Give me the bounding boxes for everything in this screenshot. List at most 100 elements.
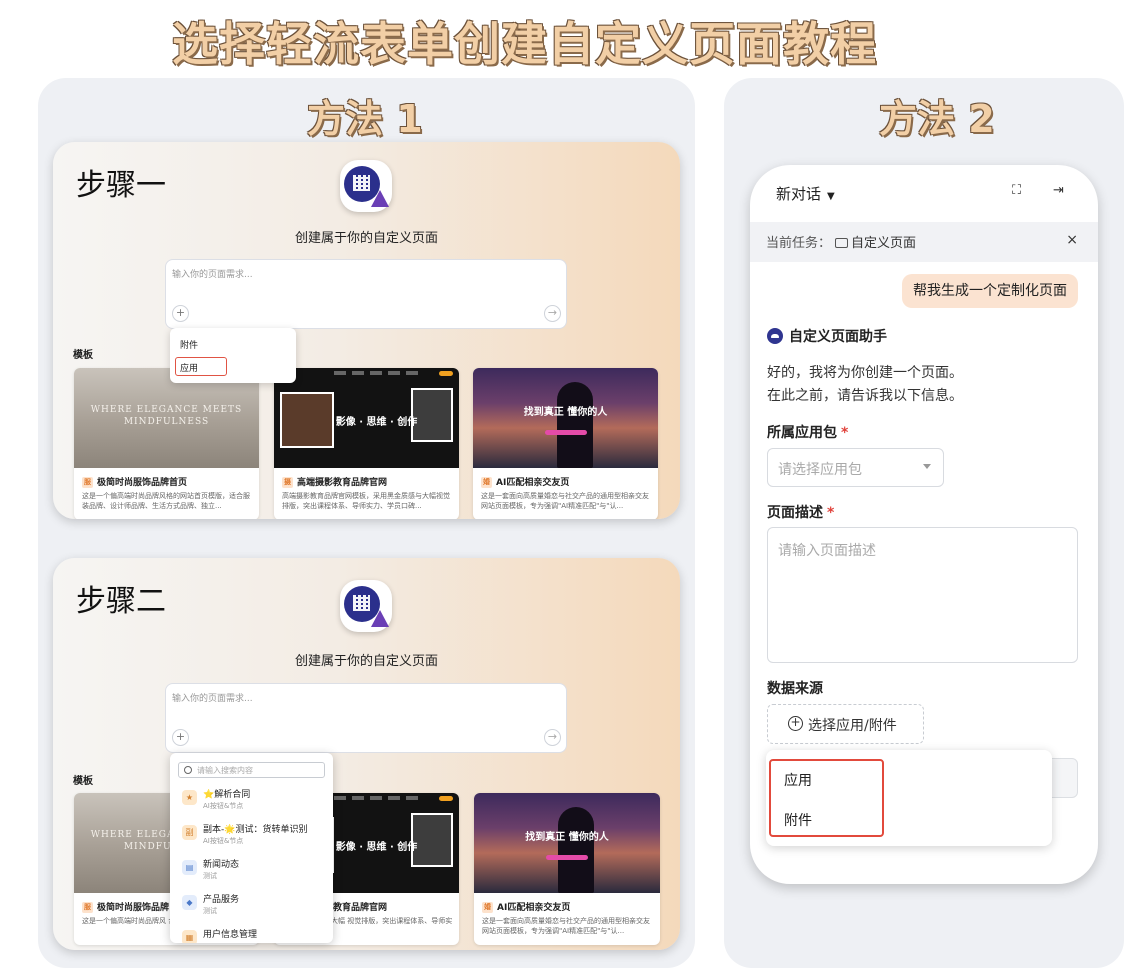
add-attachment-button[interactable]: +: [172, 729, 189, 746]
description-textarea[interactable]: 请输入页面描述: [767, 527, 1078, 663]
menu-item[interactable]: ★ ⭐解析合同 AI按钮&节点: [170, 783, 333, 817]
required-mark: *: [827, 505, 835, 521]
create-page-heading: 创建属于你的自定义页面: [294, 231, 438, 246]
chat-window: 新对话 ▼ ⛶ ⇥ 当前任务： 自定义页面 × 帮我生成一个定制化页面 自定义页面助…: [750, 165, 1098, 884]
menu-item-name: ⭐解析合同: [203, 790, 251, 800]
template-desc: 这是一套面向高质量婚恋与社交产品的通用型相亲交友网站页面模板，专为强调"AI精准…: [482, 917, 650, 935]
search-icon: [184, 766, 192, 774]
template-image: 找到真正 懂你的人: [473, 368, 658, 468]
app-logo-icon: [340, 580, 392, 632]
source-dropdown: 应用 附件: [766, 750, 1052, 846]
templates-label: 模板: [73, 776, 93, 787]
menu-item[interactable]: ▦ 用户信息管理: [170, 923, 333, 943]
template-desc: 这是一套面向高质量婚恋与社交产品的通用型相亲交友网站页面模板，专为强调"AI精准…: [481, 492, 649, 510]
prompt-input[interactable]: 输入你的页面需求... + →: [165, 259, 567, 329]
collapse-panel-icon[interactable]: ⇥: [1053, 183, 1064, 198]
user-message: 帮我生成一个定制化页面: [902, 274, 1078, 308]
method1-title: 方法 1: [307, 97, 423, 141]
close-task-button[interactable]: ×: [1066, 232, 1078, 248]
menu-item-attachment[interactable]: 附件: [180, 338, 198, 351]
current-task: 当前任务： 自定义页面: [766, 232, 916, 251]
select-source-button[interactable]: + 选择应用/附件: [767, 704, 924, 744]
add-attachment-button[interactable]: +: [172, 305, 189, 322]
attach-menu: 附件 应用: [170, 328, 296, 383]
assistant-avatar-icon: [767, 328, 783, 344]
send-button[interactable]: →: [544, 305, 561, 322]
copy-icon: 副: [182, 825, 197, 840]
template-image: WHERE ELEGANCE MEETS MINDFULNESS: [74, 368, 259, 468]
template-badge: 摄: [282, 477, 293, 488]
templates-label: 模板: [73, 350, 93, 361]
template-image-text: 找到真正 懂你的人: [525, 832, 609, 843]
template-card[interactable]: WHERE ELEGANCE MEETS MINDFULNESS 服极简时尚服饰…: [74, 368, 259, 519]
app-logo-icon: [340, 160, 392, 212]
template-card[interactable]: 影像 · 思维 · 创作 摄高端摄影教育品牌官网 高端摄影教育品牌官网模板，采用…: [274, 368, 459, 519]
current-task-bar: 当前任务： 自定义页面 ×: [750, 222, 1098, 262]
package-select[interactable]: 请选择应用包: [767, 448, 944, 487]
chevron-down-icon: ▼: [827, 191, 835, 202]
prompt-placeholder: 输入你的页面需求...: [172, 270, 253, 280]
package-field-label: 所属应用包 *: [767, 425, 849, 441]
new-chat-dropdown[interactable]: 新对话 ▼: [776, 183, 835, 204]
template-image: 影像 · 思维 · 创作: [274, 368, 459, 468]
search-placeholder: 请输入搜索内容: [197, 766, 253, 775]
box-icon: ◆: [182, 895, 197, 910]
assistant-header: 自定义页面助手: [767, 326, 887, 346]
template-image-text: 找到真正 懂你的人: [523, 407, 608, 418]
monitor-icon: [835, 238, 849, 248]
assistant-message-line: 好的，我将为你创建一个页面。: [767, 365, 963, 381]
menu-item-sub: AI按钮&节点: [203, 802, 244, 810]
step2-label: 步骤二: [76, 584, 166, 619]
assistant-message-line: 在此之前，请告诉我以下信息。: [767, 388, 963, 404]
template-title: 服极简时尚服饰品牌: [82, 902, 170, 913]
template-desc: 高端摄影教育品牌官网模板，采用黑金质感与大幅视觉排版，突出课程体系、导师实力、学…: [282, 492, 450, 510]
assistant-message: 好的，我将为你创建一个页面。 在此之前，请告诉我以下信息。: [767, 362, 963, 408]
highlight-box: [769, 759, 884, 837]
menu-item[interactable]: ▤ 新闻动态 测试: [170, 853, 333, 887]
menu-item-name: 副本-🌟测试：货转单识别: [203, 825, 308, 835]
template-title: 婚 AI匹配相亲交友页: [482, 902, 571, 913]
template-image-text: WHERE ELEGANCE MEETS MINDFULNESS: [90, 405, 243, 427]
expand-icon[interactable]: ⛶: [1012, 183, 1021, 198]
task-page: 自定义页面: [851, 236, 917, 251]
template-card[interactable]: 找到真正 懂你的人 婚 AI匹配相亲交友页 这是一套面向高质量婚恋与社交产品的通用…: [473, 368, 658, 519]
task-label: 当前任务：: [766, 236, 832, 251]
template-title: 摄高端摄影教育品牌官网: [282, 477, 388, 488]
template-desc: 这是一个偏高端时尚品牌风格的网站首页模版，适合服装品牌、设计师品牌、生活方式品牌…: [82, 492, 250, 510]
menu-item[interactable]: 副 副本-🌟测试：货转单识别 AI按钮&节点: [170, 818, 333, 852]
package-placeholder: 请选择应用包: [778, 462, 862, 478]
menu-item-name: 产品服务: [203, 895, 240, 905]
step1-label: 步骤一: [76, 168, 166, 203]
menu-item-sub: AI按钮&节点: [203, 837, 244, 845]
description-field-label: 页面描述 *: [767, 505, 835, 521]
star-icon: ★: [182, 790, 197, 805]
menu-item-name: 新闻动态: [203, 860, 240, 870]
template-title: 服极简时尚服饰品牌首页: [82, 477, 188, 488]
source-field-label: 数据来源: [767, 681, 823, 697]
plus-circle-icon: +: [788, 716, 803, 731]
chevron-down-icon: [923, 464, 931, 469]
menu-item-sub: 测试: [203, 907, 217, 915]
template-badge: 婚: [481, 477, 492, 488]
prompt-input[interactable]: 输入你的页面需求... + →: [165, 683, 567, 753]
template-badge: 服: [82, 902, 93, 913]
required-mark: *: [841, 425, 849, 441]
description-placeholder: 请输入页面描述: [778, 543, 876, 559]
menu-item[interactable]: ◆ 产品服务 测试: [170, 888, 333, 922]
create-page-heading: 创建属于你的自定义页面: [294, 654, 438, 669]
highlight-box: [175, 357, 227, 376]
send-button[interactable]: →: [544, 729, 561, 746]
tutorial-title: 选择轻流表单创建自定义页面教程: [172, 17, 877, 71]
assistant-name: 自定义页面助手: [789, 329, 887, 345]
method2-title: 方法 2: [879, 97, 995, 141]
app-picker-menu: 请输入搜索内容 ★ ⭐解析合同 AI按钮&节点 副 副本-🌟测试：货转单识别 A…: [170, 753, 333, 943]
template-badge: 婚: [482, 902, 493, 913]
template-badge: 服: [82, 477, 93, 488]
template-image-text: 影像 · 思维 · 创作: [335, 417, 418, 428]
select-source-label: 选择应用/附件: [808, 718, 897, 734]
menu-search-input[interactable]: 请输入搜索内容: [178, 762, 325, 778]
template-title: 婚 AI匹配相亲交友页: [481, 477, 570, 488]
template-card[interactable]: 找到真正 懂你的人 婚 AI匹配相亲交友页 这是一套面向高质量婚恋与社交产品的通用…: [474, 793, 660, 945]
step2-card: 步骤二 创建属于你的自定义页面 输入你的页面需求... + → 模板 WHERE…: [53, 558, 680, 950]
table-icon: ▦: [182, 930, 197, 943]
